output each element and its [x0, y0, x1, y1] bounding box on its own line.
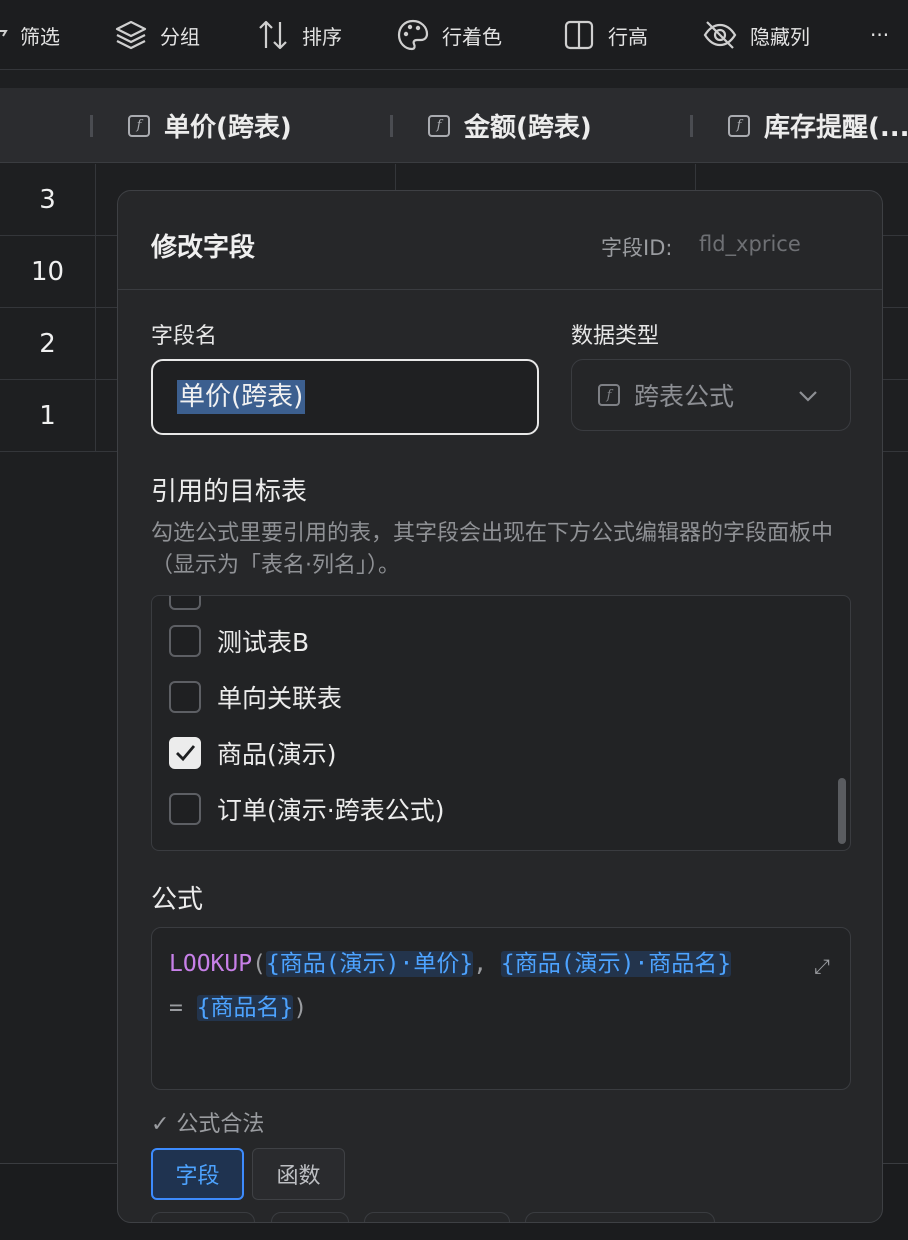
list-item[interactable]: 商品(演示)	[169, 737, 337, 769]
field-id-value: fld_xprice	[699, 232, 801, 256]
check-icon	[176, 745, 196, 762]
table-name: 订单(演示·跨表公式)	[217, 796, 445, 825]
field-chip[interactable]	[525, 1212, 715, 1222]
column-resize-handle[interactable]	[90, 115, 93, 137]
chevron-down-icon	[799, 391, 817, 402]
toolbar: 筛选 分组 排序 行着色 行高 隐藏列 ···	[0, 0, 908, 70]
checkbox[interactable]	[169, 596, 201, 610]
group-label: 分组	[160, 24, 200, 49]
formula-editor[interactable]: LOOKUP({商品(演示)·单价}, {商品(演示)·商品名} = {商品名})…	[151, 927, 851, 1090]
row-number: 2	[0, 308, 96, 380]
field-id-label: 字段ID:	[601, 236, 673, 260]
formula-valid-status: ✓ 公式合法	[151, 1112, 265, 1137]
column-title: 单价(跨表)	[164, 113, 292, 143]
column-header-amount[interactable]: f 金额(跨表)	[428, 88, 592, 163]
formula-label: 公式	[151, 885, 204, 915]
expand-icon[interactable]: ⤢	[814, 944, 830, 988]
ref-tables-title: 引用的目标表	[151, 477, 308, 507]
columns-icon	[564, 20, 594, 50]
dialog-title: 修改字段	[151, 233, 256, 263]
field-chip[interactable]	[364, 1212, 510, 1222]
checkbox[interactable]	[169, 625, 201, 657]
hidden-columns-button[interactable]: 隐藏列	[702, 0, 810, 70]
checkbox[interactable]	[169, 737, 201, 769]
dialog-header: 修改字段 字段ID: fld_xprice	[118, 191, 882, 290]
row-color-button[interactable]: 行着色	[396, 0, 502, 70]
more-icon: ···	[870, 23, 890, 47]
table-name: 测试表B	[217, 628, 310, 657]
data-type-select[interactable]: f 跨表公式	[571, 359, 851, 431]
sort-label: 排序	[302, 24, 342, 49]
row-number: 1	[0, 380, 96, 452]
formula-field-ref: {商品名}	[196, 995, 294, 1021]
list-item[interactable]: 单向关联表	[169, 681, 342, 713]
sort-icon	[259, 20, 287, 50]
formula-icon: f	[728, 114, 750, 137]
formula-icon: f	[428, 114, 450, 137]
field-name-input[interactable]: 单价(跨表)	[151, 359, 539, 435]
more-button[interactable]: ···	[870, 0, 889, 70]
row-number: 3	[0, 164, 96, 236]
column-title: 金额(跨表)	[464, 113, 592, 143]
layers-icon	[115, 20, 147, 50]
column-resize-handle[interactable]	[690, 115, 693, 137]
list-item[interactable]	[169, 596, 201, 610]
field-chip[interactable]	[271, 1212, 349, 1222]
formula-icon: f	[598, 384, 620, 406]
formula-field-ref: {商品(演示)·商品名}	[500, 951, 732, 977]
column-title: 库存提醒(...	[764, 113, 908, 143]
list-item[interactable]: 订单(演示·跨表公式)	[169, 793, 444, 825]
table-name: 商品(演示)	[217, 740, 337, 769]
column-header-stock-alert[interactable]: f 库存提醒(...	[728, 88, 908, 163]
formula-comma: ,	[473, 951, 501, 977]
formula-field-ref: {商品(演示)·单价}	[265, 951, 474, 977]
eye-off-icon	[703, 21, 737, 49]
data-type-value: 跨表公式	[634, 382, 735, 411]
data-type-label: 数据类型	[571, 324, 660, 349]
ref-tables-hint: 勾选公式里要引用的表，其字段会出现在下方公式编辑器的字段面板中（显示为「表名·列…	[151, 521, 834, 578]
row-color-label: 行着色	[442, 24, 502, 49]
filter-label: 筛选	[20, 24, 60, 49]
filter-icon	[0, 30, 8, 37]
hidden-columns-label: 隐藏列	[750, 24, 810, 49]
list-item[interactable]: 测试表B	[169, 625, 309, 657]
tab-fields[interactable]: 字段	[151, 1148, 244, 1200]
field-chip[interactable]	[151, 1212, 255, 1222]
field-name-value: 单价(跨表)	[177, 380, 306, 414]
table-name: 单向关联表	[217, 684, 343, 713]
column-header-unit-price[interactable]: f 单价(跨表)	[128, 88, 292, 163]
formula-paren: (	[252, 951, 266, 977]
checkbox[interactable]	[169, 793, 201, 825]
table-header: f 单价(跨表) f 金额(跨表) f 库存提醒(...	[0, 88, 908, 163]
group-button[interactable]: 分组	[114, 0, 200, 70]
formula-function: LOOKUP	[169, 951, 253, 977]
checkbox[interactable]	[169, 681, 201, 713]
ref-table-list[interactable]: 测试表B 单向关联表 商品(演示) 订单(演示·跨表公式)	[151, 595, 851, 851]
field-name-label: 字段名	[151, 324, 218, 349]
formula-operator: =	[169, 995, 197, 1021]
row-height-button[interactable]: 行高	[562, 0, 648, 70]
edit-field-dialog: 修改字段 字段ID: fld_xprice 字段名 数据类型 单价(跨表) f …	[117, 190, 883, 1223]
column-resize-handle[interactable]	[390, 115, 393, 137]
formula-icon: f	[128, 114, 150, 137]
sort-button[interactable]: 排序	[256, 0, 342, 70]
formula-paren: )	[293, 995, 308, 1021]
row-number: 10	[0, 236, 96, 308]
scrollbar[interactable]	[838, 778, 846, 844]
tab-functions[interactable]: 函数	[252, 1148, 345, 1200]
filter-button[interactable]: 筛选	[0, 0, 60, 70]
palette-icon	[397, 19, 429, 51]
row-height-label: 行高	[608, 24, 648, 49]
